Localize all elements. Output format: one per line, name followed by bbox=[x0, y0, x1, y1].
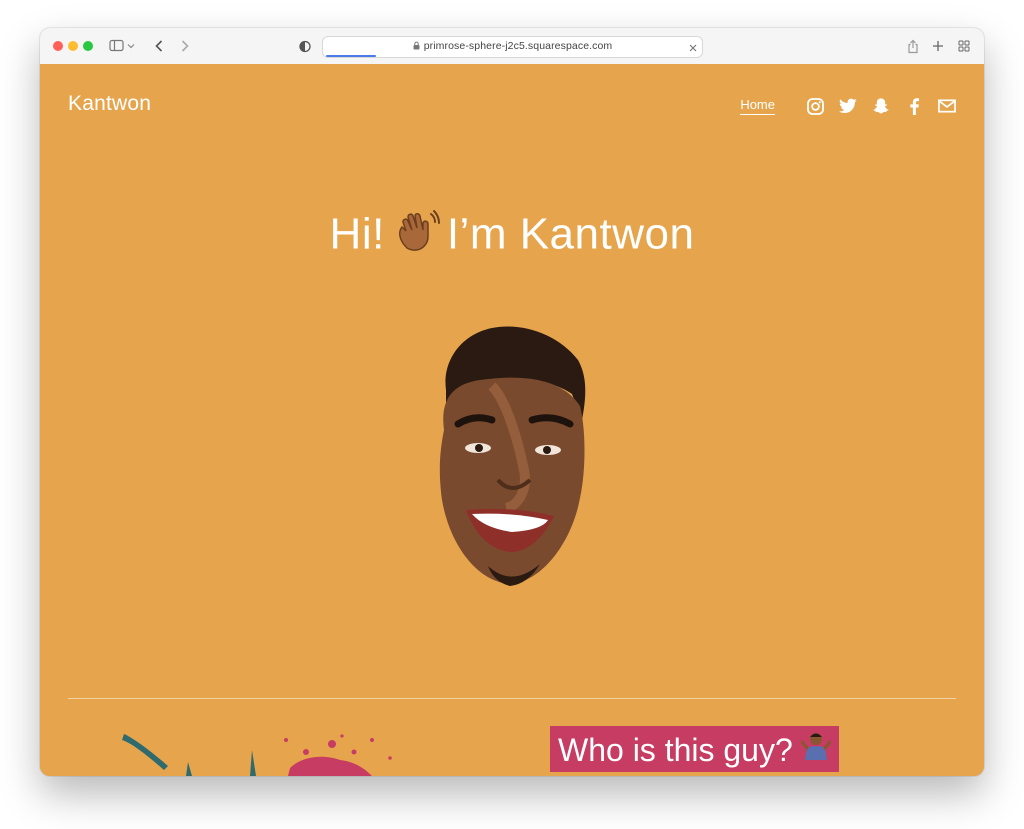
about-heading: Who is this guy? bbox=[550, 726, 839, 772]
hero-name-line: I’m Kantwon bbox=[446, 209, 695, 259]
address-bar[interactable]: primrose-sphere-j2c5.squarespace.com bbox=[322, 36, 703, 58]
web-page: Kantwon Home Hi! I’m Kantwon Who is this… bbox=[40, 64, 984, 776]
new-tab-icon[interactable] bbox=[929, 37, 947, 55]
nav-link-home[interactable]: Home bbox=[740, 97, 775, 115]
browser-toolbar: primrose-sphere-j2c5.squarespace.com bbox=[40, 28, 984, 65]
mail-icon[interactable] bbox=[938, 97, 956, 115]
minimize-window-button[interactable] bbox=[68, 41, 78, 51]
hero-heading: Hi! I’m Kantwon bbox=[40, 208, 984, 266]
avatar-illustration bbox=[439, 326, 586, 586]
zoom-window-button[interactable] bbox=[83, 41, 93, 51]
site-navigation: Home bbox=[740, 94, 956, 118]
close-window-button[interactable] bbox=[53, 41, 63, 51]
section-divider bbox=[68, 698, 956, 699]
about-heading-text: Who is this guy? bbox=[558, 732, 793, 768]
twitter-icon[interactable] bbox=[839, 97, 857, 115]
chevron-down-icon[interactable] bbox=[126, 37, 136, 55]
shrugging-person-icon bbox=[800, 733, 831, 760]
site-title[interactable]: Kantwon bbox=[68, 92, 151, 116]
share-icon[interactable] bbox=[904, 37, 922, 55]
hero-greeting: Hi! bbox=[329, 209, 385, 259]
url-text: primrose-sphere-j2c5.squarespace.com bbox=[323, 40, 702, 52]
back-icon[interactable] bbox=[150, 37, 168, 55]
browser-window: primrose-sphere-j2c5.squarespace.com Kan… bbox=[40, 28, 984, 776]
paint-splatter-illustration bbox=[122, 734, 392, 776]
snapchat-icon[interactable] bbox=[872, 97, 890, 115]
facebook-icon[interactable] bbox=[905, 97, 923, 115]
waving-hand-icon bbox=[398, 210, 440, 251]
sidebar-toggle-icon[interactable] bbox=[108, 37, 126, 55]
forward-icon[interactable] bbox=[176, 37, 194, 55]
url-label: primrose-sphere-j2c5.squarespace.com bbox=[423, 40, 613, 52]
tab-overview-icon[interactable] bbox=[955, 37, 973, 55]
instagram-icon[interactable] bbox=[806, 97, 824, 115]
privacy-shield-icon[interactable] bbox=[296, 37, 314, 55]
lock-icon bbox=[413, 41, 420, 50]
stop-loading-icon[interactable] bbox=[688, 40, 698, 58]
page-load-progress bbox=[326, 55, 376, 57]
